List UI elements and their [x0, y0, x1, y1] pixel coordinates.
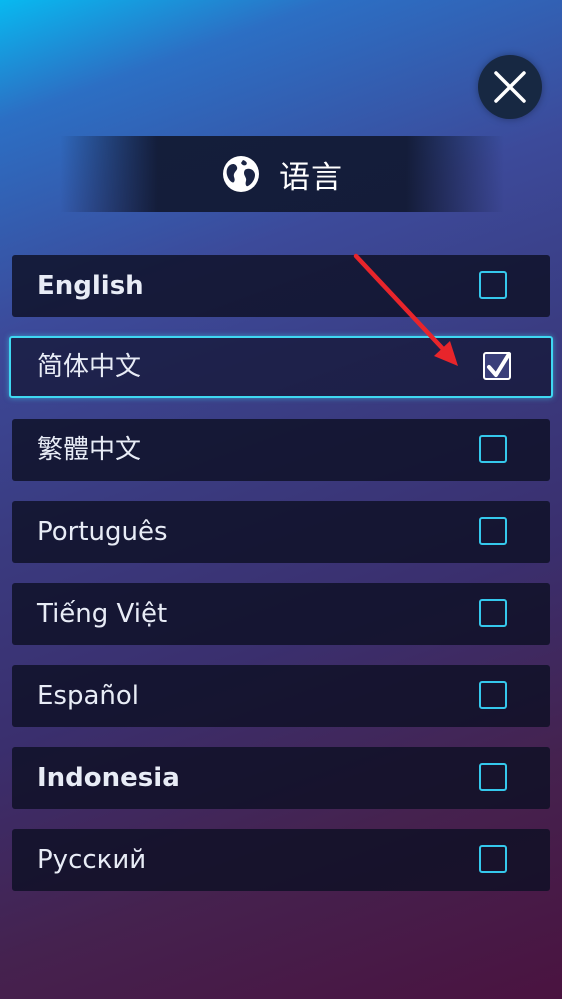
language-label: Indonesia — [37, 763, 180, 793]
language-checkbox[interactable] — [479, 845, 507, 873]
language-title-bar: 语言 — [60, 136, 504, 212]
language-checkbox[interactable] — [479, 681, 507, 709]
language-label: English — [37, 271, 144, 301]
language-option-indonesian[interactable]: Indonesia — [12, 747, 550, 809]
language-label: Español — [37, 681, 140, 711]
language-option-russian[interactable]: Русский — [12, 829, 550, 891]
checkmark-icon — [487, 352, 511, 377]
language-label: 简体中文 — [37, 352, 142, 382]
language-label: Português — [37, 517, 168, 547]
close-icon — [494, 71, 526, 103]
globe-icon — [223, 156, 259, 192]
close-button[interactable] — [478, 55, 542, 119]
language-checkbox[interactable] — [479, 435, 507, 463]
language-checkbox[interactable] — [479, 271, 507, 299]
language-option-traditional-chinese[interactable]: 繁體中文 — [12, 419, 550, 481]
language-label: Tiếng Việt — [37, 599, 168, 629]
language-checkbox[interactable] — [479, 517, 507, 545]
language-checkbox-checked[interactable] — [483, 352, 511, 380]
language-label: 繁體中文 — [37, 435, 142, 465]
language-option-spanish[interactable]: Español — [12, 665, 550, 727]
language-option-vietnamese[interactable]: Tiếng Việt — [12, 583, 550, 645]
language-label: Русский — [37, 845, 147, 875]
language-option-portuguese[interactable]: Português — [12, 501, 550, 563]
language-option-english[interactable]: English — [12, 255, 550, 317]
language-checkbox[interactable] — [479, 599, 507, 627]
page-title: 语言 — [279, 159, 343, 196]
language-option-simplified-chinese[interactable]: 简体中文 — [9, 336, 553, 398]
language-checkbox[interactable] — [479, 763, 507, 791]
